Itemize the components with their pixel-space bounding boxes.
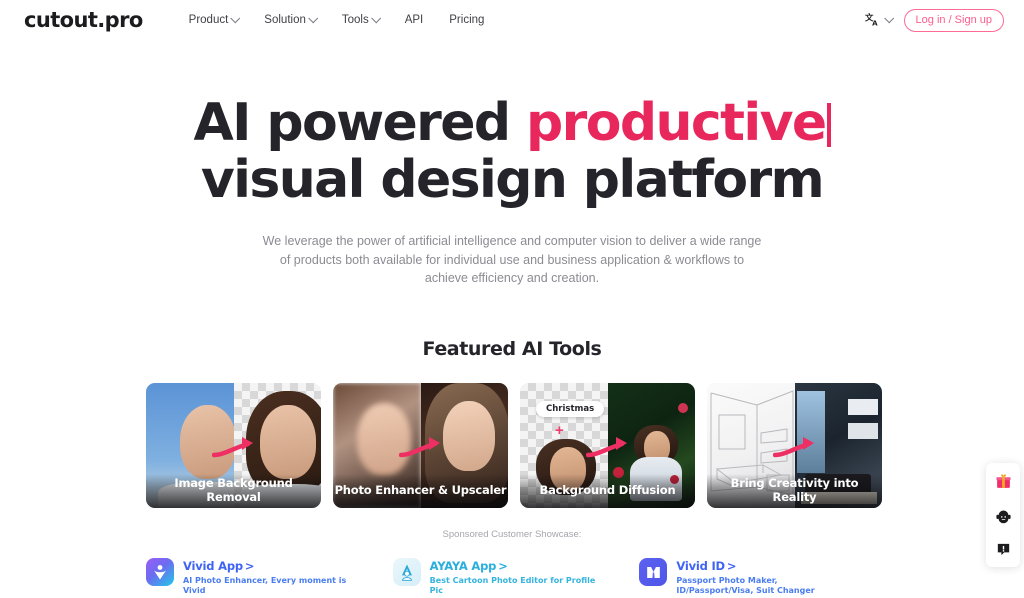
vivid-id-icon: [639, 558, 668, 586]
typing-caret: [826, 103, 831, 147]
sponsored-showcase-title: Sponsored Customer Showcase:: [442, 529, 582, 540]
sponsor-vivid-id[interactable]: Vivid ID > Passport Photo Maker, ID/Passp…: [639, 558, 886, 596]
sponsor-desc: Passport Photo Maker, ID/Passport/Visa, …: [676, 576, 815, 595]
nav-label: Pricing: [449, 14, 485, 26]
nav-item-product[interactable]: Product: [188, 12, 241, 26]
prompt-pill: Christmas: [536, 401, 605, 417]
chevron-down-icon: [883, 12, 894, 23]
featured-cards: Image Background Removal Photo Enhancer …: [146, 383, 882, 508]
hero-title-highlight: productive: [526, 93, 827, 153]
svg-text:A: A: [872, 18, 878, 27]
portrait-face: [259, 405, 316, 479]
hero-subtitle: We leverage the power of artificial inte…: [262, 234, 762, 285]
main-nav: Product Solution Tools API Pricing: [188, 12, 484, 26]
nav-label: API: [404, 14, 424, 26]
floating-action-widget: [986, 463, 1020, 567]
gift-icon: [995, 473, 1011, 488]
card-background-diffusion[interactable]: Christmas + Background Diffusion: [520, 383, 695, 508]
chevron-down-icon: [230, 12, 241, 23]
sponsor-list: Vivid App > AI Photo Enhancer, Every mome…: [146, 558, 886, 596]
chevron-down-icon: [308, 12, 319, 23]
sponsor-ayaya-app[interactable]: AYAYA App > Best Cartoon Photo Editor for…: [392, 558, 640, 596]
page-title: AI powered productive visual design plat…: [0, 95, 1024, 209]
card-photo-enhancer-upscaler[interactable]: Photo Enhancer & Upscaler: [333, 383, 508, 508]
sponsor-desc: Best Cartoon Photo Editor for Profile Pi…: [429, 576, 596, 595]
sponsor-arrow: >: [244, 559, 255, 573]
card-label: Bring Creativity into Reality: [707, 474, 882, 508]
sponsor-name-label: AYAYA App: [429, 559, 497, 573]
sponsor-text: Vivid ID > Passport Photo Maker, ID/Passp…: [676, 558, 843, 596]
nav-item-api[interactable]: API: [405, 14, 424, 26]
nav-label: Product: [188, 14, 229, 26]
nav-item-tools[interactable]: Tools: [341, 12, 381, 26]
sponsor-name-label: Vivid App: [183, 559, 243, 573]
sponsor-text: AYAYA App > Best Cartoon Photo Editor for…: [430, 558, 597, 596]
gift-button[interactable]: [993, 471, 1013, 491]
sponsor-name-label: Vivid ID: [676, 559, 725, 573]
featured-section-title: Featured AI Tools: [422, 338, 602, 360]
card-label: Image Background Removal: [146, 474, 321, 508]
portrait-face: [357, 403, 411, 475]
nav-item-pricing[interactable]: Pricing: [449, 14, 484, 26]
shelf: [848, 423, 878, 439]
ayaya-app-icon: [392, 558, 421, 586]
sponsor-vivid-app[interactable]: Vivid App > AI Photo Enhancer, Every mome…: [146, 558, 393, 596]
login-signup-button[interactable]: Log in / Sign up: [903, 8, 1004, 32]
page-root: cutout.pro Product Solution Tools API Pr…: [0, 0, 1024, 598]
portrait-face: [442, 401, 495, 471]
language-switcher[interactable]: 文 A: [865, 12, 894, 29]
site-header: cutout.pro Product Solution Tools API Pr…: [0, 0, 1024, 40]
portrait-face: [180, 405, 236, 479]
translate-icon: 文 A: [865, 12, 878, 27]
card-label: Background Diffusion: [520, 474, 695, 508]
card-image-background-removal[interactable]: Image Background Removal: [146, 383, 321, 508]
sponsor-name[interactable]: AYAYA App >: [430, 559, 597, 573]
ornament: [678, 403, 688, 413]
sponsor-desc: AI Photo Enhancer, Every moment is Vivid: [183, 576, 347, 595]
chevron-down-icon: [370, 12, 381, 23]
hero-title-line2: visual design platform: [200, 150, 825, 210]
card-bring-creativity-into-reality[interactable]: Bring Creativity into Reality: [707, 383, 882, 508]
support-button[interactable]: [993, 505, 1013, 525]
window: [796, 391, 825, 473]
nav-item-solution[interactable]: Solution: [264, 12, 319, 26]
sponsor-arrow: >: [726, 559, 737, 573]
sponsor-name[interactable]: Vivid App >: [183, 559, 350, 573]
card-label: Photo Enhancer & Upscaler: [333, 474, 508, 508]
sponsor-text: Vivid App > AI Photo Enhancer, Every mome…: [183, 558, 350, 596]
support-agent-icon: [995, 510, 1011, 523]
feedback-icon: [997, 543, 1009, 555]
sponsor-name[interactable]: Vivid ID >: [676, 559, 843, 573]
nav-label: Solution: [264, 14, 306, 26]
plus-icon: +: [555, 422, 564, 439]
hero-section: AI powered productive visual design plat…: [0, 95, 1024, 288]
hero-title-part1: AI powered: [193, 93, 527, 153]
feedback-button[interactable]: [993, 539, 1013, 559]
header-actions: 文 A Log in / Sign up: [865, 8, 1004, 32]
shelf: [848, 399, 878, 415]
sponsor-arrow: >: [498, 559, 508, 573]
nav-label: Tools: [341, 14, 369, 26]
vivid-app-icon: [146, 558, 174, 586]
logo[interactable]: cutout.pro: [24, 8, 143, 32]
